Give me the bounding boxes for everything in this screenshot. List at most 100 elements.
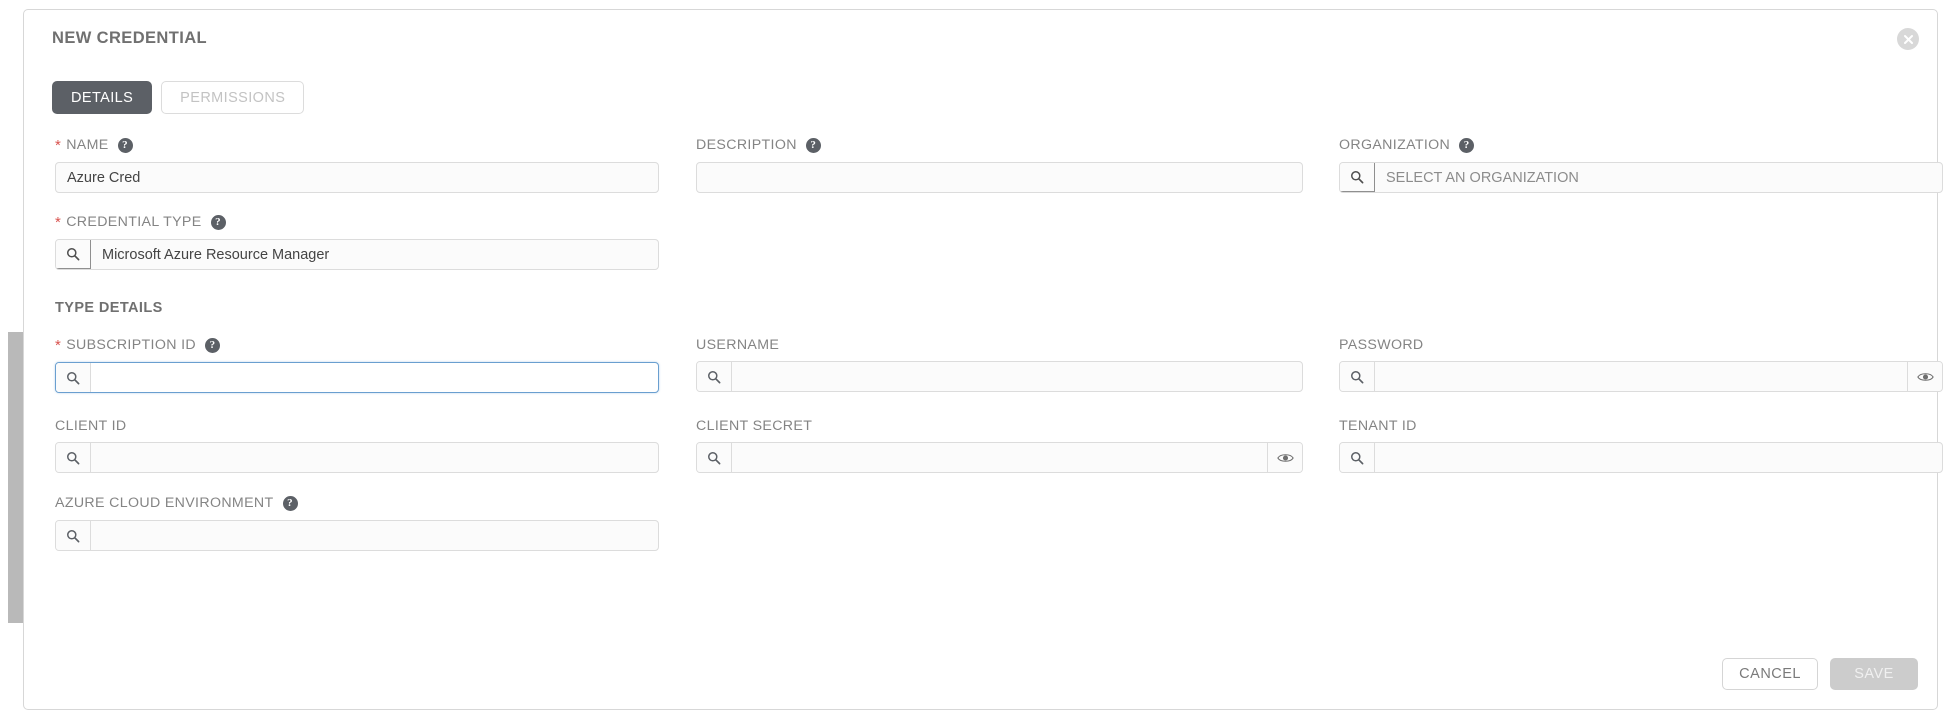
help-icon[interactable]: ?: [117, 138, 133, 153]
search-icon[interactable]: [697, 443, 732, 473]
search-icon[interactable]: [56, 363, 91, 392]
field-name-label: * NAME ?: [55, 138, 659, 153]
tab-bar: DETAILS PERMISSIONS: [52, 81, 305, 114]
close-x-glyph: [1903, 34, 1913, 44]
field-credential-type: * CREDENTIAL TYPE ? Microsoft Azure Reso…: [55, 215, 659, 270]
name-input-value: Azure Cred: [67, 169, 141, 186]
password-input-value: [1375, 362, 1907, 391]
field-client-secret: CLIENT SECRET: [696, 419, 1303, 474]
field-description: DESCRIPTION ?: [696, 138, 1303, 193]
field-password-label: PASSWORD: [1339, 338, 1943, 352]
label-text: USERNAME: [696, 337, 780, 353]
azure-cloud-environment-input-value: [91, 521, 658, 550]
username-input-value: [732, 362, 1302, 391]
azure-cloud-environment-input[interactable]: [55, 520, 659, 551]
label-text: CLIENT ID: [55, 418, 127, 434]
field-azure-cloud-environment-label: AZURE CLOUD ENVIRONMENT ?: [55, 496, 659, 511]
name-input[interactable]: Azure Cred: [55, 162, 659, 193]
magnifier-glyph: [1351, 171, 1364, 184]
client-id-input[interactable]: [55, 442, 659, 474]
subscription-id-input-value: [91, 363, 658, 392]
field-client-secret-label: CLIENT SECRET: [696, 419, 1303, 433]
magnifier-glyph: [67, 371, 80, 384]
form-row-3: * SUBSCRIPTION ID ? USERNAME PASSWORD: [24, 337, 1943, 419]
organization-input[interactable]: SELECT AN ORGANIZATION: [1339, 162, 1943, 193]
form-row-1: * NAME ? Azure Cred DESCRIPTION ? ORGANI…: [24, 138, 1943, 215]
organization-input-value: SELECT AN ORGANIZATION: [1386, 169, 1579, 186]
help-icon[interactable]: ?: [205, 338, 220, 353]
form-row-5: AZURE CLOUD ENVIRONMENT ?: [24, 496, 1939, 573]
help-icon[interactable]: ?: [210, 215, 226, 230]
eye-icon[interactable]: [1907, 362, 1942, 392]
credential-form: * NAME ? Azure Cred DESCRIPTION ? ORGANI…: [24, 138, 1943, 573]
field-organization: ORGANIZATION ? SELECT AN ORGANIZATION: [1339, 138, 1943, 193]
subscription-id-input[interactable]: [55, 362, 659, 393]
type-details-heading: TYPE DETAILS: [55, 300, 163, 316]
field-name: * NAME ? Azure Cred: [55, 138, 659, 193]
client-secret-input[interactable]: [696, 442, 1303, 474]
search-icon[interactable]: [56, 240, 91, 269]
page-title: NEW CREDENTIAL: [52, 29, 208, 47]
username-input[interactable]: [696, 361, 1303, 393]
field-tenant-id-label: TENANT ID: [1339, 419, 1943, 433]
tab-details[interactable]: DETAILS: [52, 81, 153, 114]
required-indicator: *: [55, 137, 62, 154]
label-text: DESCRIPTION: [696, 137, 797, 154]
eye-glyph: [1916, 372, 1934, 381]
field-username: USERNAME: [696, 337, 1303, 393]
magnifier-glyph: [708, 451, 721, 465]
label-text: CLIENT SECRET: [696, 418, 813, 434]
required-indicator: *: [55, 337, 62, 354]
label-text: TENANT ID: [1339, 418, 1417, 434]
credential-form-viewport: NEW CREDENTIAL DETAILS PERMISSIONS * NAM…: [0, 0, 1952, 726]
help-icon[interactable]: ?: [282, 496, 298, 511]
help-icon[interactable]: ?: [1459, 138, 1475, 153]
label-text: NAME: [66, 137, 109, 154]
tenant-id-input[interactable]: [1339, 442, 1943, 474]
form-row-2: * CREDENTIAL TYPE ? Microsoft Azure Reso…: [24, 215, 1939, 292]
search-icon[interactable]: [1340, 163, 1375, 192]
magnifier-glyph: [1351, 370, 1364, 384]
vertical-scrollbar-thumb[interactable]: [8, 332, 23, 623]
search-icon[interactable]: [56, 521, 91, 550]
help-icon[interactable]: ?: [805, 138, 821, 153]
field-description-label: DESCRIPTION ?: [696, 138, 1303, 153]
field-subscription-id-label: * SUBSCRIPTION ID ?: [55, 338, 659, 353]
search-icon[interactable]: [56, 443, 91, 473]
credential-type-input-value: Microsoft Azure Resource Manager: [102, 246, 330, 263]
magnifier-glyph: [67, 451, 80, 465]
search-icon[interactable]: [1340, 443, 1375, 473]
label-text: ORGANIZATION: [1339, 137, 1451, 154]
field-client-id-label: CLIENT ID: [55, 419, 659, 433]
description-input-value: [697, 163, 1302, 192]
form-actions: CANCEL SAVE: [1722, 658, 1918, 690]
field-client-id: CLIENT ID: [55, 419, 659, 474]
search-icon[interactable]: [1340, 362, 1375, 392]
password-input[interactable]: [1339, 361, 1943, 393]
field-tenant-id: TENANT ID: [1339, 419, 1943, 474]
eye-glyph: [1276, 453, 1294, 462]
label-text: CREDENTIAL TYPE: [66, 214, 202, 231]
close-icon[interactable]: [1897, 28, 1919, 50]
credential-type-input[interactable]: Microsoft Azure Resource Manager: [55, 239, 659, 270]
search-icon[interactable]: [697, 362, 732, 392]
magnifier-glyph: [708, 370, 721, 384]
tenant-id-input-value: [1375, 443, 1942, 472]
label-text: SUBSCRIPTION ID: [66, 337, 196, 354]
eye-icon[interactable]: [1267, 443, 1302, 473]
tab-permissions[interactable]: PERMISSIONS: [161, 81, 305, 114]
client-id-input-value: [91, 443, 658, 472]
new-credential-card: NEW CREDENTIAL DETAILS PERMISSIONS * NAM…: [23, 9, 1943, 710]
magnifier-glyph: [67, 248, 80, 261]
client-secret-input-value: [732, 443, 1267, 472]
form-row-section: TYPE DETAILS: [24, 292, 1939, 338]
label-text: AZURE CLOUD ENVIRONMENT: [55, 495, 274, 512]
field-subscription-id: * SUBSCRIPTION ID ?: [55, 338, 659, 393]
required-indicator: *: [55, 214, 62, 231]
magnifier-glyph: [1351, 451, 1364, 465]
field-organization-label: ORGANIZATION ?: [1339, 138, 1943, 153]
description-input[interactable]: [696, 162, 1303, 193]
save-button[interactable]: SAVE: [1830, 658, 1918, 690]
field-password: PASSWORD: [1339, 338, 1943, 393]
cancel-button[interactable]: CANCEL: [1722, 658, 1818, 690]
